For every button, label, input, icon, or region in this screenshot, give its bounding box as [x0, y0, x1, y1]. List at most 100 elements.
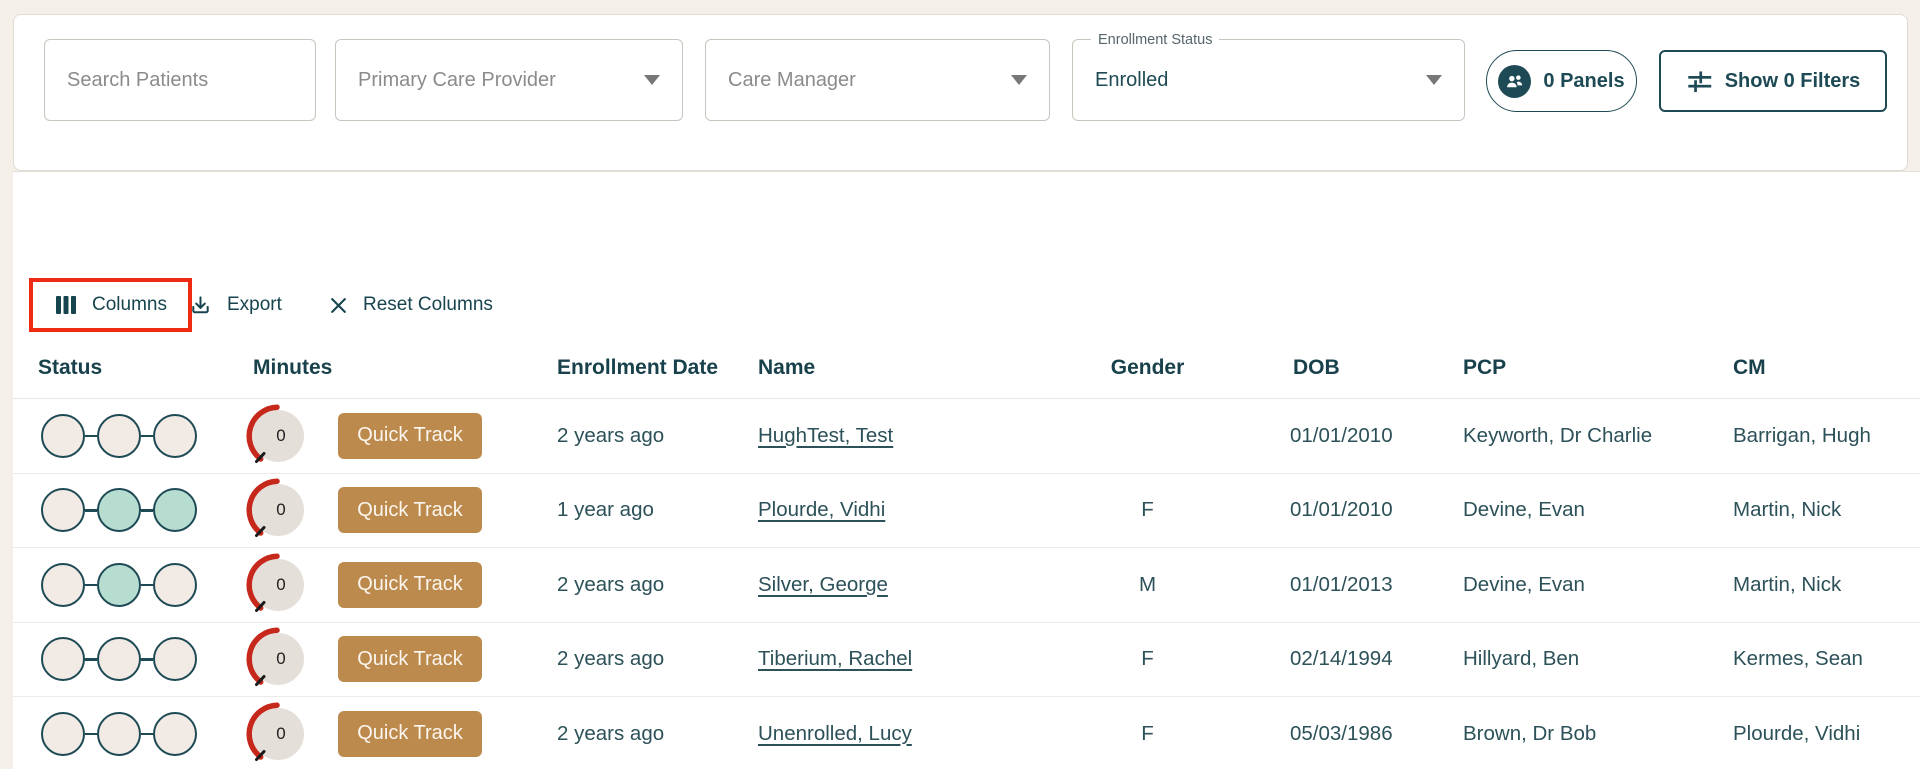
status-step-1-circle [41, 413, 85, 458]
status-step-2-circle [97, 711, 141, 756]
table-row: 0 Quick Track 1 year ago Plourde, Vidhi … [13, 473, 1920, 548]
status-step-2-circle [97, 637, 141, 682]
minutes-value: 0 [276, 425, 286, 445]
dob-cell: 01/01/2010 [1290, 423, 1393, 447]
status-step-connector [85, 732, 97, 735]
status-step-2-circle [97, 413, 141, 458]
patient-name-link[interactable]: HughTest, Test [758, 424, 893, 448]
people-group-icon [1498, 64, 1532, 98]
enrollment-status-select[interactable]: Enrollment Status Enrolled [1072, 31, 1465, 121]
panels-button-label: 0 Panels [1543, 69, 1625, 92]
search-input[interactable] [44, 39, 316, 121]
minutes-gauge: 0 [237, 475, 313, 545]
dob-cell: 02/14/1994 [1290, 647, 1393, 671]
status-steps[interactable] [41, 637, 197, 682]
minutes-gauge: 0 [237, 699, 313, 769]
status-steps[interactable] [41, 488, 197, 533]
header-cm[interactable]: CM [1733, 356, 1766, 380]
enrollment-date-cell: 2 years ago [557, 721, 665, 745]
status-step-connector [85, 583, 97, 586]
enrollment-status-label: Enrollment Status [1091, 31, 1220, 49]
pcp-cell: Hillyard, Ben [1463, 647, 1580, 671]
gender-cell: F [1141, 498, 1154, 522]
reset-columns-label: Reset Columns [363, 294, 493, 315]
patient-table-panel: Columns Export Reset Columns Status Minu… [13, 171, 1920, 769]
pcp-cell: Keyworth, Dr Charlie [1463, 423, 1653, 447]
status-step-connector [141, 434, 153, 437]
show-filters-label: Show 0 Filters [1724, 69, 1861, 92]
minutes-value: 0 [276, 574, 286, 594]
status-step-connector [141, 583, 153, 586]
patient-name-link[interactable]: Silver, George [758, 573, 888, 597]
minutes-value: 0 [276, 500, 286, 520]
status-step-3-circle [153, 488, 197, 533]
filter-bar: Primary Care Provider Care Manager Enrol… [13, 14, 1908, 171]
show-filters-button[interactable]: Show 0 Filters [1659, 50, 1887, 112]
status-step-3-circle [153, 711, 197, 756]
columns-button[interactable]: Columns [29, 278, 192, 332]
status-step-connector [141, 658, 153, 661]
gender-cell: F [1141, 721, 1154, 745]
export-button-label: Export [227, 294, 282, 315]
table-row: 0 Quick Track 2 years ago Unenrolled, Lu… [13, 697, 1920, 769]
header-gender[interactable]: Gender [1085, 356, 1210, 380]
caret-down-icon [1011, 75, 1027, 85]
quick-track-button[interactable]: Quick Track [338, 487, 482, 534]
header-dob[interactable]: DOB [1293, 356, 1340, 380]
enrollment-status-value: Enrolled [1095, 68, 1169, 91]
download-icon [189, 294, 212, 317]
caret-down-icon [1426, 75, 1442, 85]
header-name[interactable]: Name [758, 356, 815, 380]
status-step-2-circle [97, 488, 141, 533]
table-row: 0 Quick Track 2 years ago Silver, George… [13, 548, 1920, 623]
table-toolbar: Columns Export Reset Columns [13, 172, 1920, 332]
panels-button[interactable]: 0 Panels [1486, 50, 1637, 112]
reset-columns-button[interactable]: Reset Columns [329, 278, 493, 332]
export-button[interactable]: Export [189, 278, 282, 332]
care-manager-placeholder: Care Manager [728, 68, 856, 91]
pcp-cell: Brown, Dr Bob [1463, 721, 1597, 745]
status-step-1-circle [41, 562, 85, 607]
status-step-2-circle [97, 562, 141, 607]
patient-name-link[interactable]: Tiberium, Rachel [758, 647, 912, 671]
status-steps[interactable] [41, 413, 197, 458]
columns-button-label: Columns [92, 294, 167, 315]
cm-cell: Martin, Nick [1733, 498, 1842, 522]
dob-cell: 01/01/2013 [1290, 572, 1393, 596]
header-enrollment-date[interactable]: Enrollment Date [557, 356, 718, 380]
cm-cell: Martin, Nick [1733, 572, 1842, 596]
quick-track-button[interactable]: Quick Track [338, 561, 482, 608]
minutes-value: 0 [276, 723, 286, 743]
status-step-3-circle [153, 562, 197, 607]
patient-name-link[interactable]: Unenrolled, Lucy [758, 722, 912, 746]
enrollment-date-cell: 2 years ago [557, 572, 665, 596]
patient-name-link[interactable]: Plourde, Vidhi [758, 498, 885, 522]
status-step-connector [85, 658, 97, 661]
pcp-cell: Devine, Evan [1463, 498, 1585, 522]
header-pcp[interactable]: PCP [1463, 356, 1506, 380]
quick-track-button[interactable]: Quick Track [338, 636, 482, 683]
x-icon [329, 296, 348, 315]
header-minutes[interactable]: Minutes [253, 356, 332, 380]
cm-cell: Plourde, Vidhi [1733, 721, 1861, 745]
status-step-1-circle [41, 637, 85, 682]
table-body: 0 Quick Track 2 years ago HughTest, Test… [13, 399, 1920, 769]
status-step-3-circle [153, 413, 197, 458]
dob-cell: 05/03/1986 [1290, 721, 1393, 745]
status-steps[interactable] [41, 562, 197, 607]
pcp-select[interactable]: Primary Care Provider [335, 39, 683, 121]
table-row: 0 Quick Track 2 years ago HughTest, Test… [13, 399, 1920, 474]
care-manager-select[interactable]: Care Manager [705, 39, 1050, 121]
gender-cell: F [1141, 647, 1154, 671]
header-status[interactable]: Status [38, 356, 102, 380]
quick-track-button[interactable]: Quick Track [338, 710, 482, 757]
status-steps[interactable] [41, 711, 197, 756]
status-step-1-circle [41, 711, 85, 756]
quick-track-button[interactable]: Quick Track [338, 412, 482, 459]
enrollment-date-cell: 1 year ago [557, 498, 654, 522]
status-step-1-circle [41, 488, 85, 533]
columns-icon [55, 295, 77, 315]
cm-cell: Barrigan, Hugh [1733, 423, 1871, 447]
caret-down-icon [644, 75, 660, 85]
table-header-row: Status Minutes Enrollment Date Name Gend… [13, 337, 1920, 399]
